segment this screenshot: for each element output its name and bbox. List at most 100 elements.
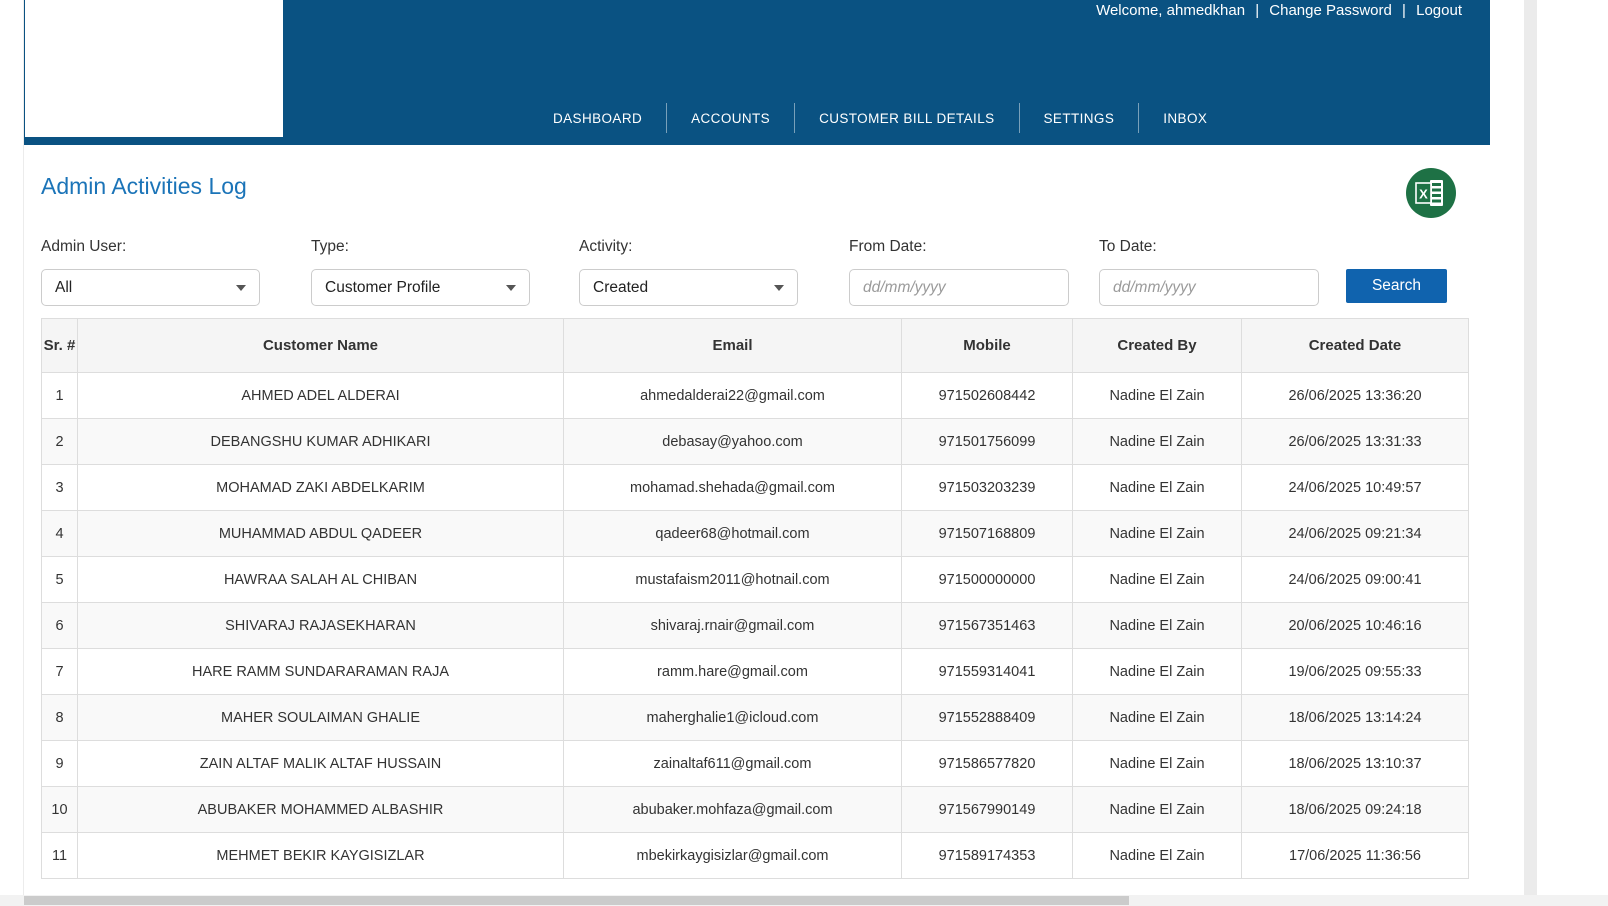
cell-customer-name: SHIVARAJ RAJASEKHARAN <box>77 602 564 649</box>
nav-item-settings[interactable]: SETTINGS <box>1020 102 1139 135</box>
cell-created-by: Nadine El Zain <box>1072 694 1242 741</box>
cell-created-by: Nadine El Zain <box>1072 372 1242 419</box>
nav-item-customer-bill-details[interactable]: CUSTOMER BILL DETAILS <box>795 102 1018 135</box>
table-row: 4 MUHAMMAD ABDUL QADEER qadeer68@hotmail… <box>41 510 1469 557</box>
table-row: 6 SHIVARAJ RAJASEKHARAN shivaraj.rnair@g… <box>41 602 1469 649</box>
cell-mobile: 971500000000 <box>901 556 1073 603</box>
page-container: Welcome, ahmedkhan | Change Password | L… <box>23 0 1490 906</box>
cell-mobile: 971552888409 <box>901 694 1073 741</box>
filter-admin-user: Admin User: All <box>41 238 260 306</box>
nav-item-inbox[interactable]: INBOX <box>1139 102 1231 135</box>
chevron-down-icon <box>506 284 516 291</box>
activities-table-body: 1 AHMED ADEL ALDERAI ahmedalderai22@gmai… <box>41 372 1469 879</box>
cell-sr: 7 <box>41 648 78 695</box>
page-title: Admin Activities Log <box>41 173 247 199</box>
nav-item-accounts[interactable]: ACCOUNTS <box>667 102 794 135</box>
cell-email: maherghalie1@icloud.com <box>563 694 902 741</box>
cell-mobile: 971501756099 <box>901 418 1073 465</box>
cell-sr: 3 <box>41 464 78 511</box>
cell-email: qadeer68@hotmail.com <box>563 510 902 557</box>
cell-sr: 9 <box>41 740 78 787</box>
table-row: 9 ZAIN ALTAF MALIK ALTAF HUSSAIN zainalt… <box>41 740 1469 787</box>
cell-sr: 5 <box>41 556 78 603</box>
cell-mobile: 971589174353 <box>901 832 1073 879</box>
cell-customer-name: ABUBAKER MOHAMMED ALBASHIR <box>77 786 564 833</box>
type-label: Type: <box>311 238 349 255</box>
cell-customer-name: ZAIN ALTAF MALIK ALTAF HUSSAIN <box>77 740 564 787</box>
cell-created-by: Nadine El Zain <box>1072 464 1242 511</box>
cell-email: abubaker.mohfaza@gmail.com <box>563 786 902 833</box>
cell-created-by: Nadine El Zain <box>1072 740 1242 787</box>
admin-user-selected-value: All <box>55 278 73 296</box>
table-row: 10 ABUBAKER MOHAMMED ALBASHIR abubaker.m… <box>41 786 1469 833</box>
cell-created-by: Nadine El Zain <box>1072 648 1242 695</box>
cell-created-date: 24/06/2025 10:49:57 <box>1241 464 1469 511</box>
cell-created-date: 17/06/2025 11:36:56 <box>1241 832 1469 879</box>
export-excel-button[interactable]: X <box>1405 167 1457 219</box>
cell-created-date: 18/06/2025 09:24:18 <box>1241 786 1469 833</box>
filter-activity: Activity: Created <box>579 238 798 306</box>
main-nav: DASHBOARD ACCOUNTS CUSTOMER BILL DETAILS… <box>529 101 1231 135</box>
cell-mobile: 971567990149 <box>901 786 1073 833</box>
change-password-link[interactable]: Change Password <box>1269 2 1392 19</box>
cell-created-by: Nadine El Zain <box>1072 786 1242 833</box>
excel-export-icon: X <box>1406 168 1456 218</box>
cell-created-date: 18/06/2025 13:14:24 <box>1241 694 1469 741</box>
to-date-input[interactable] <box>1099 269 1319 306</box>
cell-customer-name: HARE RAMM SUNDARARAMAN RAJA <box>77 648 564 695</box>
activity-label: Activity: <box>579 238 633 255</box>
user-topbar: Welcome, ahmedkhan | Change Password | L… <box>1096 2 1462 19</box>
cell-mobile: 971586577820 <box>901 740 1073 787</box>
cell-mobile: 971502608442 <box>901 372 1073 419</box>
type-select[interactable]: Customer Profile <box>311 269 530 306</box>
cell-email: zainaltaf611@gmail.com <box>563 740 902 787</box>
cell-created-date: 19/06/2025 09:55:33 <box>1241 648 1469 695</box>
cell-sr: 11 <box>41 832 78 879</box>
cell-email: ramm.hare@gmail.com <box>563 648 902 695</box>
main-content: Admin Activities Log X Admin User: All T… <box>24 145 1490 906</box>
table-row: 8 MAHER SOULAIMAN GHALIE maherghalie1@ic… <box>41 694 1469 741</box>
cell-customer-name: MOHAMAD ZAKI ABDELKARIM <box>77 464 564 511</box>
filter-to-date: To Date: <box>1099 238 1319 306</box>
cell-customer-name: DEBANGSHU KUMAR ADHIKARI <box>77 418 564 465</box>
col-header-created-date: Created Date <box>1241 318 1469 373</box>
from-date-label: From Date: <box>849 238 927 255</box>
cell-customer-name: MUHAMMAD ABDUL QADEER <box>77 510 564 557</box>
cell-email: mbekirkaygisizlar@gmail.com <box>563 832 902 879</box>
activity-select[interactable]: Created <box>579 269 798 306</box>
vertical-scrollbar[interactable] <box>1524 0 1537 895</box>
col-header-sr: Sr. # <box>41 318 78 373</box>
horizontal-scrollbar-thumb[interactable] <box>24 896 1129 905</box>
chevron-down-icon <box>236 284 246 291</box>
cell-sr: 6 <box>41 602 78 649</box>
table-row: 5 HAWRAA SALAH AL CHIBAN mustafaism2011@… <box>41 556 1469 603</box>
col-header-customer-name: Customer Name <box>77 318 564 373</box>
table-row: 11 MEHMET BEKIR KAYGISIZLAR mbekirkaygis… <box>41 832 1469 879</box>
search-button[interactable]: Search <box>1346 269 1447 303</box>
horizontal-scrollbar[interactable] <box>0 895 1608 906</box>
nav-item-dashboard[interactable]: DASHBOARD <box>529 102 666 135</box>
cell-customer-name: MEHMET BEKIR KAYGISIZLAR <box>77 832 564 879</box>
cell-created-date: 24/06/2025 09:00:41 <box>1241 556 1469 603</box>
cell-created-by: Nadine El Zain <box>1072 556 1242 603</box>
cell-email: ahmedalderai22@gmail.com <box>563 372 902 419</box>
cell-created-by: Nadine El Zain <box>1072 832 1242 879</box>
topbar-separator: | <box>1402 2 1406 19</box>
cell-sr: 2 <box>41 418 78 465</box>
to-date-label: To Date: <box>1099 238 1157 255</box>
cell-email: mohamad.shehada@gmail.com <box>563 464 902 511</box>
cell-created-by: Nadine El Zain <box>1072 418 1242 465</box>
cell-created-date: 26/06/2025 13:36:20 <box>1241 372 1469 419</box>
col-header-created-by: Created By <box>1072 318 1242 373</box>
cell-email: mustafaism2011@hotnail.com <box>563 556 902 603</box>
cell-created-by: Nadine El Zain <box>1072 510 1242 557</box>
from-date-input[interactable] <box>849 269 1069 306</box>
cell-mobile: 971567351463 <box>901 602 1073 649</box>
cell-customer-name: MAHER SOULAIMAN GHALIE <box>77 694 564 741</box>
logout-link[interactable]: Logout <box>1416 2 1462 19</box>
type-selected-value: Customer Profile <box>325 278 441 296</box>
admin-user-select[interactable]: All <box>41 269 260 306</box>
cell-mobile: 971559314041 <box>901 648 1073 695</box>
cell-sr: 4 <box>41 510 78 557</box>
activity-selected-value: Created <box>593 278 649 296</box>
